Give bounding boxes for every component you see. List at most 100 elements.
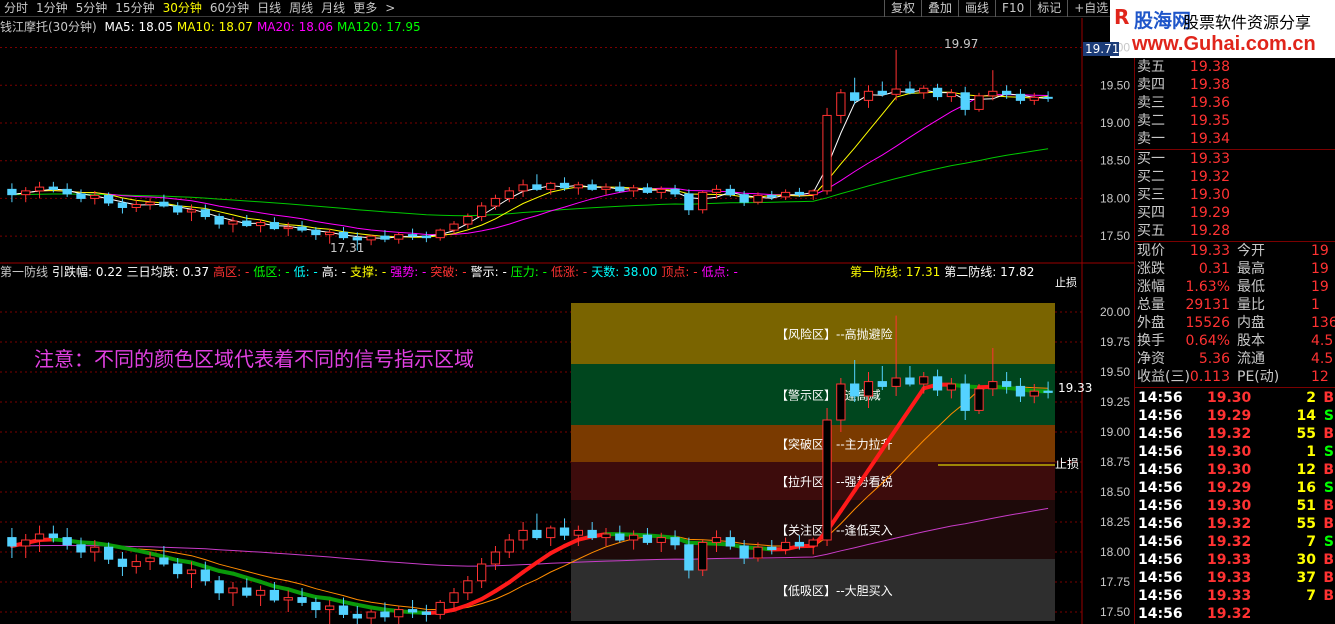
trend-line-segment [548, 544, 567, 556]
toolbar-tools: 复权叠加画线F10标记+自选返 [884, 0, 1139, 17]
tool-button[interactable]: F10 [995, 0, 1030, 17]
main-candle [780, 191, 791, 198]
sub-candle [131, 561, 141, 567]
main-candle [698, 191, 708, 211]
tool-button[interactable]: 画线 [958, 0, 995, 17]
stat-label: 今开 [1237, 243, 1265, 259]
sub-chart-legend-right: 第一防线: 17.31 第二防线: 17.82 [850, 265, 1038, 279]
period-tab[interactable]: 30分钟 [159, 0, 206, 17]
main-candle [21, 190, 31, 196]
tick-volume: 12 [1296, 462, 1316, 478]
period-tab[interactable]: 15分钟 [111, 0, 158, 17]
tick-price: 19.29 [1207, 480, 1252, 496]
stat-label: 收益(三) [1137, 369, 1190, 385]
quote-label: 买五 [1137, 223, 1165, 239]
sub-candle [753, 546, 763, 559]
tool-button[interactable]: 叠加 [921, 0, 958, 17]
tick-direction: B [1323, 390, 1334, 406]
more-arrow-icon[interactable]: > [381, 0, 399, 17]
main-candle [325, 231, 335, 236]
main-candle [877, 90, 887, 95]
main-candle [228, 220, 238, 225]
y-tick-label: 19.50 [1100, 78, 1130, 92]
sub-candle [891, 377, 901, 387]
sub-candle [186, 569, 197, 575]
top-label: 止损 [1055, 275, 1077, 289]
stat-value: 0.64% [1185, 333, 1230, 349]
tool-button[interactable]: 复权 [884, 0, 921, 17]
ma-legend-item: MA120: 17.95 [336, 20, 421, 34]
main-candle [48, 186, 58, 190]
main-candle [435, 229, 445, 239]
tick-price: 19.32 [1207, 606, 1252, 622]
indicator-legend-item: 低涨: - [551, 265, 588, 279]
tick-direction: B [1323, 570, 1334, 586]
trend-line-segment [452, 603, 470, 612]
main-candle [836, 92, 846, 116]
period-tab[interactable]: 1分钟 [32, 0, 72, 17]
main-candle [311, 229, 321, 236]
ma-legend-item: MA10: 18.07 [176, 20, 253, 34]
tick-time: 14:56 [1138, 462, 1183, 478]
sub-candle [532, 529, 542, 539]
ma5-line [11, 89, 1049, 239]
main-candle [407, 234, 418, 237]
period-tab[interactable]: 日线 [253, 0, 285, 17]
main-candle [463, 216, 473, 225]
main-candle [988, 90, 998, 97]
quote-price: 19.30 [1189, 187, 1230, 203]
tick-price: 19.29 [1207, 408, 1252, 424]
main-candle [808, 190, 818, 196]
tool-button[interactable]: +自选 [1067, 0, 1114, 17]
quote-panel: 卖五 19.38 卖四 19.38 卖三 19.36 卖二 19.35 卖一 19.34 买一 19.… [1134, 58, 1335, 624]
period-tab[interactable]: 60分钟 [206, 0, 253, 17]
kline-chart[interactable]: 20.0019.5019.0018.5018.0017.5020.0019.75… [0, 18, 1134, 624]
tick-price: 19.30 [1207, 444, 1252, 460]
tick-row: 14:56 19.30 51 B [1135, 497, 1335, 515]
period-tab[interactable]: 月线 [317, 0, 349, 17]
trend-line-segment [369, 605, 387, 612]
period-tab[interactable]: 分时 [0, 0, 32, 17]
main-candle [656, 188, 666, 193]
zone-label: 【突破区】--主力拉升 [776, 437, 893, 452]
sub-candle [269, 589, 280, 601]
sub-candle [34, 533, 45, 541]
stat-value: 19.33 [1189, 243, 1230, 259]
indicator-legend-item: 低区: - [253, 265, 290, 279]
sub-candle [780, 541, 791, 551]
period-tab[interactable]: 5分钟 [72, 0, 112, 17]
main-candle [684, 193, 694, 211]
ask-row: 卖四 19.38 [1135, 76, 1335, 94]
stat-label: 现价 [1137, 243, 1165, 259]
tick-direction: B [1323, 498, 1334, 514]
sub-candle [200, 569, 210, 582]
ask-row: 卖一 19.34 [1135, 130, 1335, 148]
bid-row: 买五 19.28 [1135, 222, 1335, 240]
trend-line-segment [341, 599, 360, 607]
y-tick-label: 18.25 [1100, 515, 1130, 529]
sub-candle [822, 419, 832, 541]
ma10-line [11, 91, 1049, 238]
sub-candle [1029, 390, 1039, 397]
trend-line-segment [272, 584, 291, 592]
y-tick-label: 17.50 [1100, 605, 1130, 619]
tool-button[interactable]: 标记 [1030, 0, 1067, 17]
sub-candle [656, 537, 666, 543]
tick-direction: B [1323, 588, 1334, 604]
zone-label: 【风险区】--高抛避险 [776, 327, 893, 342]
tick-time: 14:56 [1138, 516, 1183, 532]
stat-label: 涨幅 [1137, 279, 1165, 295]
trend-line-segment [534, 551, 553, 565]
indicator-legend-item: 强势: - [390, 265, 427, 279]
y-tick-label: 19.50 [1100, 365, 1130, 379]
period-tab[interactable]: 周线 [285, 0, 317, 17]
main-candle [615, 186, 625, 192]
sub-candle [767, 546, 777, 551]
main-candle [380, 235, 390, 240]
main-candle [214, 216, 224, 225]
logo-slogan: 股票软件资源分享 [1183, 13, 1312, 32]
period-tab[interactable]: 更多 [349, 0, 381, 17]
trend-line-segment [244, 575, 263, 584]
main-candle [946, 92, 957, 98]
main-candle [670, 188, 680, 195]
